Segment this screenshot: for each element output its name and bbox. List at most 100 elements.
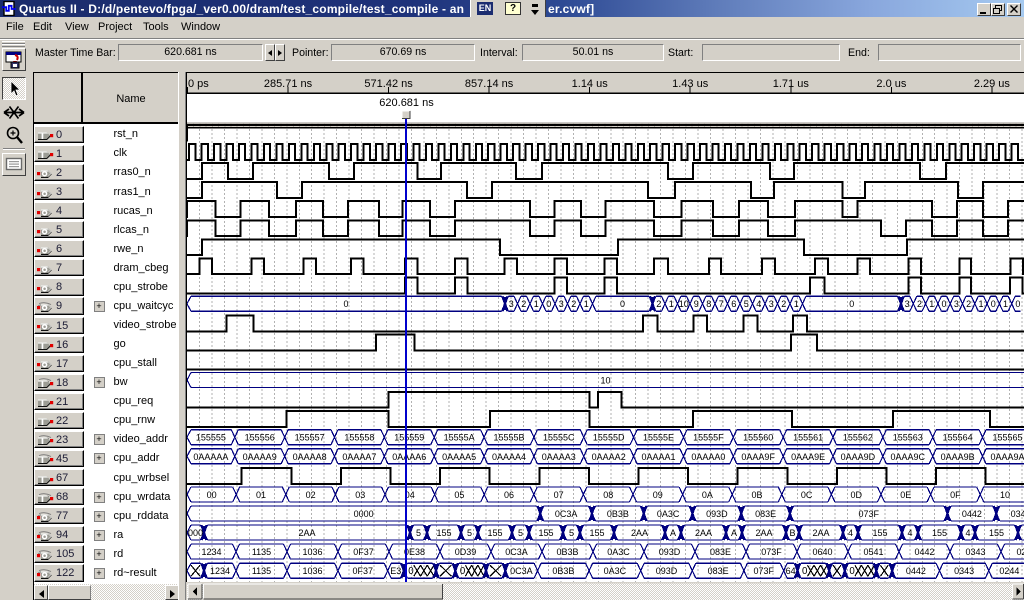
svg-text:00: 00 [207, 490, 217, 500]
svg-text:A: A [670, 528, 676, 538]
svg-text:4: 4 [756, 299, 761, 309]
svg-text:0D: 0D [850, 490, 862, 500]
svg-text:0AAA9D: 0AAA9D [841, 452, 876, 462]
svg-text:3: 3 [905, 299, 910, 309]
svg-text:0AAA9B: 0AAA9B [941, 452, 975, 462]
svg-text:155560: 155560 [743, 433, 773, 443]
svg-text:0A3C: 0A3C [607, 547, 630, 557]
svg-text:0AAAA0: 0AAAA0 [691, 452, 725, 462]
svg-text:0C3A: 0C3A [505, 547, 528, 557]
svg-text:5: 5 [518, 528, 523, 538]
svg-text:1.43 us: 1.43 us [672, 78, 709, 90]
svg-text:3: 3 [559, 299, 564, 309]
svg-text:5: 5 [569, 528, 574, 538]
svg-text:0C3A: 0C3A [510, 566, 533, 576]
svg-text:15555E: 15555E [643, 433, 674, 443]
svg-text:2AA: 2AA [755, 528, 772, 538]
svg-text:0B3B: 0B3B [556, 547, 578, 557]
svg-text:2AA: 2AA [812, 528, 829, 538]
svg-text:1.14 us: 1.14 us [572, 78, 609, 90]
svg-text:1: 1 [534, 299, 539, 309]
svg-text:08: 08 [603, 490, 613, 500]
svg-text:4: 4 [907, 528, 912, 538]
svg-text:0000: 0000 [354, 509, 374, 519]
svg-text:64: 64 [786, 566, 796, 576]
svg-text:155555: 155555 [196, 433, 226, 443]
svg-text:3: 3 [954, 299, 959, 309]
svg-text:1135: 1135 [252, 547, 271, 557]
svg-text:2.29 us: 2.29 us [974, 78, 1011, 90]
svg-text:15555C: 15555C [543, 433, 575, 443]
svg-text:0A: 0A [702, 490, 713, 500]
svg-text:083E: 083E [708, 566, 729, 576]
svg-text:2AA: 2AA [298, 528, 315, 538]
svg-text:0E38: 0E38 [404, 547, 425, 557]
svg-text:285.71 ns: 285.71 ns [264, 78, 313, 90]
svg-text:15555D: 15555D [593, 433, 625, 443]
svg-text:03: 03 [355, 490, 365, 500]
svg-text:2.0 us: 2.0 us [876, 78, 906, 90]
svg-text:0442: 0442 [962, 509, 982, 519]
svg-text:073F: 073F [859, 509, 880, 519]
svg-text:05: 05 [454, 490, 464, 500]
svg-text:15555F: 15555F [693, 433, 724, 443]
svg-text:9: 9 [694, 299, 699, 309]
svg-text:B: B [789, 528, 795, 538]
svg-text:083E: 083E [710, 547, 731, 557]
svg-text:1.71 us: 1.71 us [773, 78, 810, 90]
svg-text:0: 0 [546, 299, 551, 309]
svg-text:09: 09 [653, 490, 663, 500]
svg-text:01: 01 [256, 490, 266, 500]
svg-text:0F37: 0F37 [353, 566, 374, 576]
svg-text:0AAAA8: 0AAAA8 [293, 452, 327, 462]
svg-text:0: 0 [343, 299, 348, 309]
svg-text:155: 155 [872, 528, 887, 538]
svg-text:093D: 093D [659, 547, 681, 557]
svg-text:A: A [731, 528, 737, 538]
svg-text:0A3C: 0A3C [604, 566, 627, 576]
svg-text:8: 8 [706, 299, 711, 309]
svg-text:0: 0 [941, 299, 946, 309]
svg-text:155: 155 [436, 528, 451, 538]
svg-text:6: 6 [731, 299, 736, 309]
svg-text:0A3C: 0A3C [657, 509, 680, 519]
svg-text:0: 0 [408, 566, 414, 577]
svg-text:10: 10 [679, 299, 689, 309]
svg-text:155: 155 [989, 528, 1004, 538]
svg-text:0: 0 [1015, 299, 1020, 309]
svg-text:1036: 1036 [302, 547, 322, 557]
svg-text:0D39: 0D39 [455, 547, 477, 557]
svg-text:155: 155 [589, 528, 604, 538]
svg-text:0: 0 [849, 566, 855, 577]
svg-text:093D: 093D [656, 566, 678, 576]
svg-text:073F: 073F [761, 547, 782, 557]
svg-text:15555A: 15555A [444, 433, 475, 443]
svg-text:06: 06 [504, 490, 514, 500]
svg-text:155558: 155558 [344, 433, 374, 443]
svg-text:2: 2 [966, 299, 971, 309]
svg-text:0AAAA3: 0AAAA3 [542, 452, 576, 462]
svg-text:0AAA9C: 0AAA9C [891, 452, 926, 462]
svg-text:2: 2 [917, 299, 922, 309]
svg-text:4: 4 [965, 528, 970, 538]
svg-text:0343: 0343 [965, 547, 985, 557]
svg-text:0AAAA2: 0AAAA2 [592, 452, 626, 462]
svg-text:3: 3 [509, 299, 514, 309]
svg-text:155563: 155563 [893, 433, 923, 443]
svg-text:0541: 0541 [863, 547, 883, 557]
svg-text:155: 155 [932, 528, 947, 538]
svg-text:0442: 0442 [914, 547, 934, 557]
svg-text:0AAAA1: 0AAAA1 [641, 452, 675, 462]
svg-text:1234: 1234 [210, 566, 230, 576]
svg-text:000: 000 [188, 528, 203, 538]
svg-text:0AAAA7: 0AAAA7 [342, 452, 376, 462]
svg-text:155556: 155556 [245, 433, 275, 443]
svg-text:E3: E3 [390, 566, 401, 576]
svg-text:155564: 155564 [943, 433, 973, 443]
svg-text:155557: 155557 [295, 433, 325, 443]
svg-text:1: 1 [669, 299, 674, 309]
svg-text:0244: 0244 [1016, 547, 1024, 557]
svg-text:0C: 0C [801, 490, 813, 500]
svg-text:1: 1 [929, 299, 934, 309]
svg-text:0 ps: 0 ps [188, 78, 209, 90]
